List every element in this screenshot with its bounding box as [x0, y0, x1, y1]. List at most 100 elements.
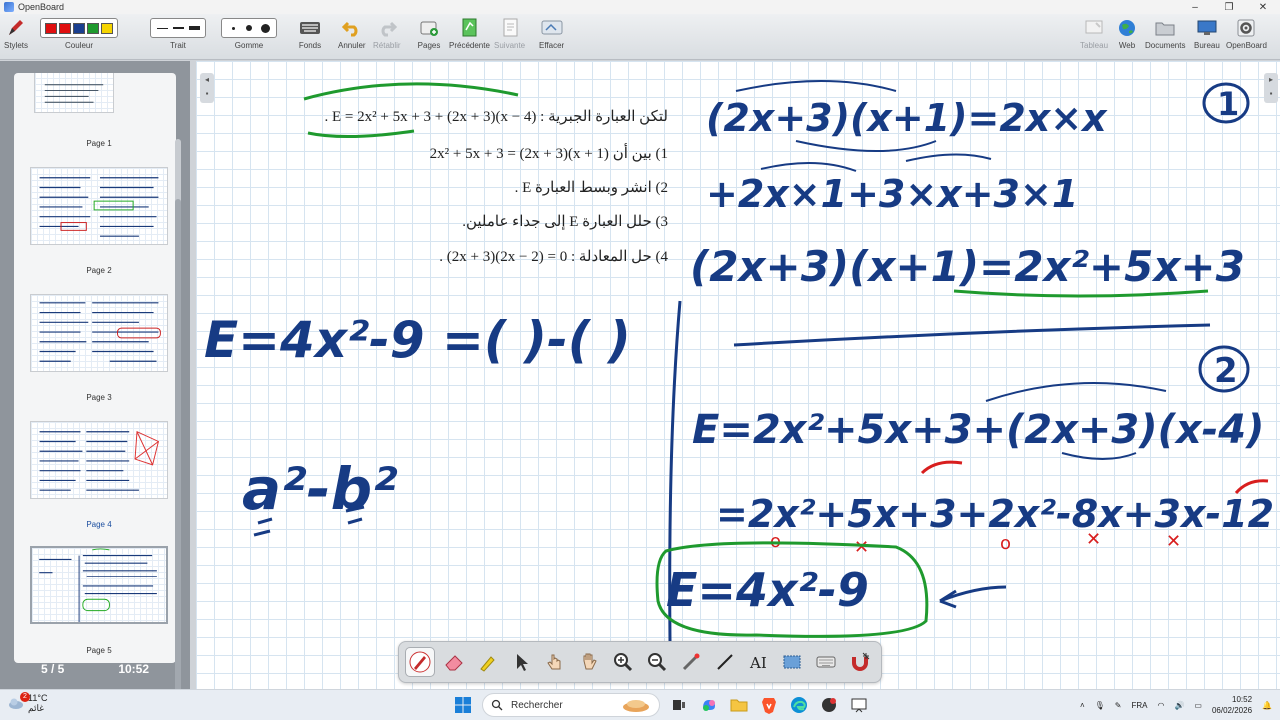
notifications-icon[interactable]: 🔔 — [1262, 701, 1272, 710]
text-tool[interactable]: AI — [744, 647, 774, 677]
weather-notification-badge: 2 — [20, 692, 30, 702]
eraser-medium-button[interactable] — [242, 22, 256, 34]
precedente-button[interactable]: Précédente — [449, 18, 490, 50]
thumbnail-page-2[interactable] — [30, 167, 168, 245]
virtual-keyboard-tool[interactable] — [811, 647, 841, 677]
color-swatch-yellow[interactable] — [101, 22, 113, 34]
search-icon — [491, 699, 503, 711]
brave-lion-icon — [762, 698, 776, 714]
start-button[interactable] — [452, 694, 474, 716]
whiteboard-canvas[interactable]: ◂ ▪ ▸ ▪ لتكن العبارة الجبرية : E = 2x² + 5… — [196, 61, 1280, 689]
thumbnail-page-4[interactable] — [30, 421, 168, 499]
suivante-button[interactable]: Suivante — [494, 18, 525, 50]
battery-icon[interactable]: ▭ — [1194, 701, 1202, 710]
line-thick-button[interactable] — [187, 22, 201, 34]
task-view-button[interactable] — [668, 694, 690, 716]
eraser-large-button[interactable] — [258, 22, 272, 34]
file-explorer-app[interactable] — [728, 694, 750, 716]
tableau-button[interactable]: Tableau — [1080, 18, 1108, 50]
close-button[interactable]: ✕ — [1246, 2, 1280, 13]
line-tool[interactable] — [710, 647, 740, 677]
magnet-tool[interactable] — [845, 647, 875, 677]
documents-button[interactable]: Documents — [1145, 18, 1185, 50]
maximize-button[interactable]: ❐ — [1212, 2, 1246, 13]
thumbnail-page-1[interactable] — [34, 73, 114, 113]
retablir-button[interactable]: Rétablir — [373, 18, 401, 50]
web-button[interactable]: Web — [1115, 18, 1139, 50]
openboard-menu-button[interactable]: OpenBoard — [1226, 18, 1267, 50]
volume-icon[interactable]: 🔊 — [1174, 701, 1184, 710]
color-swatch-green[interactable] — [87, 22, 99, 34]
taskbar-center: Rechercher — [452, 693, 870, 717]
brave-browser-app[interactable] — [758, 694, 780, 716]
gear-icon — [1234, 18, 1258, 38]
keyboard-background-icon — [298, 18, 322, 38]
language-indicator[interactable]: FRA — [1131, 701, 1147, 710]
eraser-size-palette — [221, 18, 277, 38]
microphone-icon[interactable]: 🎙 — [1095, 701, 1105, 710]
handwriting-layer: E=4x²-9 =( )-( ) a²-b² 1 (2x+3)(x+1)=2x×… — [204, 80, 1274, 642]
line-thin-button[interactable] — [155, 22, 169, 34]
pages-button[interactable]: Pages — [417, 18, 441, 50]
edge-browser-app[interactable] — [788, 694, 810, 716]
q2-line-2: =2x²+5x+3+2x²-8x+3x-12 — [716, 492, 1274, 536]
hand-icon — [583, 653, 597, 670]
window-titlebar: OpenBoard – ❐ ✕ — [0, 0, 1280, 14]
pen-tool[interactable] — [405, 647, 435, 677]
color-swatch-red-1[interactable] — [45, 22, 57, 34]
text-icon: AI — [749, 654, 767, 672]
thumbnail-sketch — [44, 84, 104, 103]
previous-page-icon — [457, 18, 481, 38]
thumbnail-page-3[interactable] — [30, 294, 168, 372]
desktop-icon — [1195, 18, 1219, 38]
tableau-label: Tableau — [1080, 41, 1109, 50]
highlighter-tool[interactable] — [473, 647, 503, 677]
selector-tool[interactable] — [507, 647, 537, 677]
stylets-label: Stylets — [4, 41, 29, 50]
bureau-button[interactable]: Bureau — [1194, 18, 1220, 50]
thumbnails-scrollbar[interactable] — [175, 139, 181, 699]
zoom-in-tool[interactable] — [608, 647, 638, 677]
color-swatch-red-2[interactable] — [59, 22, 71, 34]
pen-icon — [409, 651, 431, 673]
pen-ink-icon[interactable]: ✎ — [1115, 701, 1122, 710]
media-icon — [822, 698, 836, 712]
scrollbar-thumb[interactable] — [175, 199, 181, 699]
copilot-app[interactable] — [698, 694, 720, 716]
capture-tool[interactable] — [778, 647, 808, 677]
effacer-button[interactable]: Effacer — [539, 18, 564, 50]
q2-line-1: E=2x²+5x+3+(2x+3)(x-4) — [692, 407, 1264, 453]
thumbnail-page-5[interactable] — [30, 546, 168, 624]
green-arc-annotation — [303, 82, 519, 101]
bureau-label: Bureau — [1194, 41, 1220, 50]
svg-text:AI: AI — [749, 654, 767, 672]
eraser-small-button[interactable] — [226, 22, 240, 34]
annuler-button[interactable]: Annuler — [338, 18, 366, 50]
minimize-button[interactable]: – — [1178, 2, 1212, 13]
laser-pointer-tool[interactable] — [676, 647, 706, 677]
show-hidden-icons-button[interactable]: ˄ — [1080, 701, 1085, 710]
thumbnail-label: Page 2 — [86, 266, 112, 275]
q1-green-underline — [953, 289, 1209, 298]
fonds-button[interactable]: Fonds — [298, 18, 322, 50]
zoom-out-tool[interactable] — [642, 647, 672, 677]
openboard-taskbar-app[interactable] — [848, 694, 870, 716]
interact-tool[interactable] — [541, 647, 571, 677]
zoom-out-icon — [648, 653, 667, 672]
suivante-label: Suivante — [494, 41, 526, 50]
hand-tool[interactable] — [574, 647, 604, 677]
media-app[interactable] — [818, 694, 840, 716]
pointing-hand-icon — [547, 654, 561, 670]
screen-capture-icon — [783, 655, 801, 669]
stylets-button[interactable]: Stylets — [4, 18, 28, 50]
taskbar-clock[interactable]: 10:52 06/02/2026 — [1212, 694, 1252, 716]
eraser-tool[interactable] — [439, 647, 469, 677]
color-group: Couleur — [40, 18, 118, 50]
q2-result: E=4x²-9 — [666, 563, 869, 617]
color-swatch-blue[interactable] — [73, 22, 85, 34]
line-medium-button[interactable] — [171, 22, 185, 34]
taskbar-search-box[interactable]: Rechercher — [482, 693, 660, 717]
wifi-icon[interactable]: ◠ — [1157, 701, 1164, 710]
stylets-icon — [4, 18, 28, 38]
weather-widget[interactable]: 2 11°C غائم — [8, 692, 47, 713]
